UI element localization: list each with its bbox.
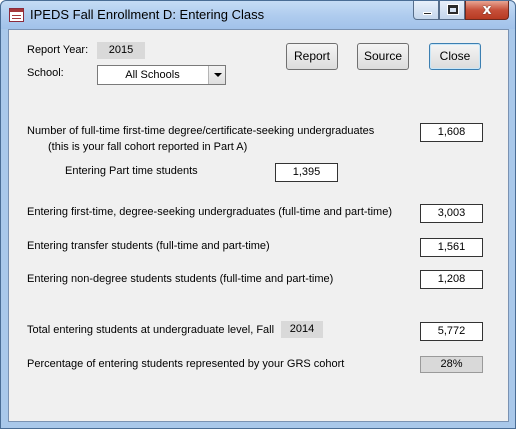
nondegree-label: Entering non-degree students students (f… [27,273,334,285]
percent-value: 28% [420,356,483,373]
window-close-button[interactable]: x [465,1,509,20]
title-bar[interactable]: IPEDS Fall Enrollment D: Entering Class … [1,1,515,29]
parttime-value[interactable]: 1,395 [275,163,338,182]
access-form-icon [9,8,24,22]
minimize-button[interactable] [413,1,439,20]
parttime-label: Entering Part time students [65,165,198,177]
maximize-button[interactable] [439,1,465,20]
fulltime-value[interactable]: 1,608 [420,123,483,142]
minimize-icon [423,12,432,15]
school-select-value: All Schools [125,69,180,81]
school-label: School: [27,67,64,79]
close-icon: x [482,2,492,18]
total-year: 2014 [281,321,323,338]
close-button[interactable]: Close [429,43,481,70]
form-body: Report Year: 2015 School: All Schools Re… [8,29,509,422]
chevron-down-icon[interactable] [208,66,225,84]
app-window: IPEDS Fall Enrollment D: Entering Class … [0,0,516,429]
caption-buttons: x [413,1,509,21]
firsttime-value[interactable]: 3,003 [420,204,483,223]
transfer-label: Entering transfer students (full-time an… [27,240,270,252]
school-select[interactable]: All Schools [97,65,226,85]
fulltime-sublabel: (this is your fall cohort reported in Pa… [48,141,248,153]
firsttime-label: Entering first-time, degree-seeking unde… [27,206,392,218]
transfer-value[interactable]: 1,561 [420,238,483,257]
window-title: IPEDS Fall Enrollment D: Entering Class [30,7,265,22]
report-year-value: 2015 [97,42,145,59]
nondegree-value[interactable]: 1,208 [420,270,483,289]
report-button[interactable]: Report [286,43,338,70]
maximize-icon [447,4,459,15]
total-value[interactable]: 5,772 [420,322,483,341]
source-button[interactable]: Source [357,43,409,70]
report-year-label: Report Year: [27,44,89,56]
percent-label: Percentage of entering students represen… [27,358,345,370]
fulltime-label: Number of full-time first-time degree/ce… [27,125,375,137]
total-label: Total entering students at undergraduate… [27,324,275,336]
